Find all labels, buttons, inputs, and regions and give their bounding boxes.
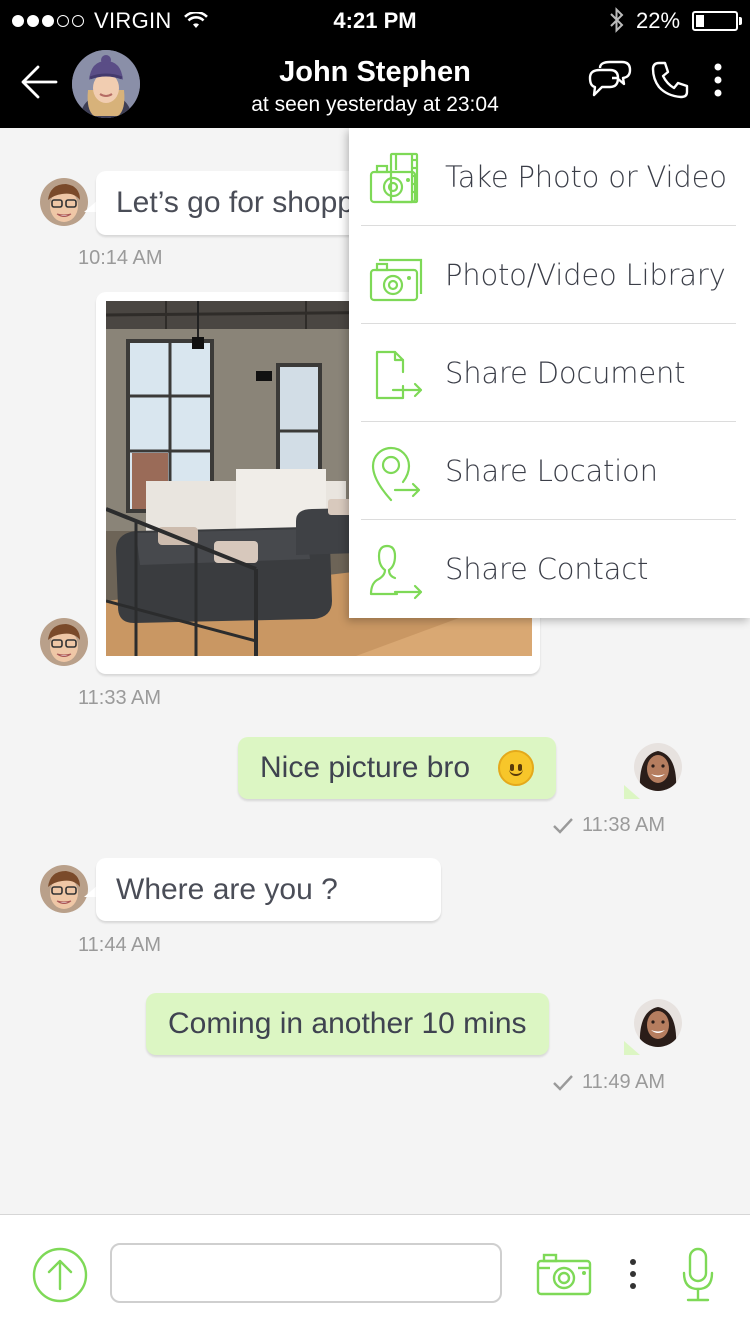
attachment-menu: Take Photo or Video Photo/Video Library …	[349, 128, 750, 618]
microphone-icon	[682, 1247, 714, 1302]
camera-icon	[536, 1253, 592, 1296]
message-bubble-incoming[interactable]: Where are you ?	[96, 858, 441, 921]
menu-item-label: Take Photo or Video	[445, 159, 727, 194]
message-bubble-outgoing[interactable]: Coming in another 10 mins	[146, 993, 549, 1055]
message-text: Where are you ?	[116, 872, 338, 906]
message-text: Coming in another 10 mins	[168, 1007, 527, 1040]
smiley-emoji-icon	[498, 750, 535, 786]
status-bar: VIRGIN 4:21 PM 22%	[0, 0, 750, 40]
message-time: 11:33 AM	[78, 687, 162, 709]
sender-avatar[interactable]	[40, 178, 88, 226]
camera-button[interactable]	[536, 1251, 592, 1302]
menu-item-share-location[interactable]: Share Location	[361, 422, 736, 520]
message-bubble-outgoing[interactable]: Nice picture bro	[238, 737, 557, 799]
more-options-button[interactable]	[626, 1257, 640, 1296]
message-time: 10:14 AM	[78, 247, 163, 269]
own-avatar[interactable]	[634, 743, 682, 791]
more-vertical-icon	[630, 1259, 636, 1289]
message-time: 11:44 AM	[78, 934, 162, 956]
battery-icon	[692, 11, 738, 31]
camera-library-icon	[369, 258, 423, 302]
camera-film-icon	[369, 152, 419, 204]
top-bar: VIRGIN 4:21 PM 22% John Stephen at seen …	[0, 0, 750, 128]
phone-icon[interactable]	[650, 60, 690, 100]
upload-button[interactable]	[32, 1247, 88, 1308]
chat-bubbles-icon[interactable]	[586, 60, 632, 102]
battery-percentage: 22%	[636, 8, 681, 33]
message-input[interactable]	[110, 1243, 502, 1303]
own-avatar[interactable]	[634, 999, 682, 1047]
message-text: Nice picture bro	[260, 751, 471, 784]
last-seen-status: at seen yesterday at 23:04	[251, 93, 499, 116]
message-meta: 11:38 AM	[552, 814, 665, 837]
menu-item-label: Share Location	[445, 453, 658, 488]
sender-avatar[interactable]	[40, 865, 88, 913]
menu-item-share-contact[interactable]: Share Contact	[361, 520, 736, 618]
sent-check-icon	[553, 1074, 573, 1091]
message-time: 11:49 AM	[582, 1071, 666, 1093]
upload-arrow-icon	[32, 1247, 88, 1303]
contact-share-icon	[369, 544, 423, 600]
menu-item-label: Photo/Video Library	[445, 257, 726, 292]
document-share-icon	[375, 350, 423, 400]
message-meta: 11:49 AM	[552, 1071, 665, 1094]
menu-item-take-photo[interactable]: Take Photo or Video	[361, 128, 736, 226]
menu-item-label: Share Document	[445, 355, 686, 390]
sender-avatar[interactable]	[40, 618, 88, 666]
message-time: 11:38 AM	[582, 814, 666, 836]
more-vertical-icon[interactable]	[710, 62, 726, 98]
menu-item-label: Share Contact	[445, 552, 649, 586]
sent-check-icon	[553, 817, 573, 834]
message-composer	[0, 1214, 750, 1332]
bluetooth-icon	[610, 7, 624, 33]
menu-item-share-document[interactable]: Share Document	[361, 324, 736, 422]
voice-record-button[interactable]	[680, 1247, 716, 1308]
menu-item-photo-library[interactable]: Photo/Video Library	[361, 226, 736, 324]
location-share-icon	[371, 446, 421, 502]
